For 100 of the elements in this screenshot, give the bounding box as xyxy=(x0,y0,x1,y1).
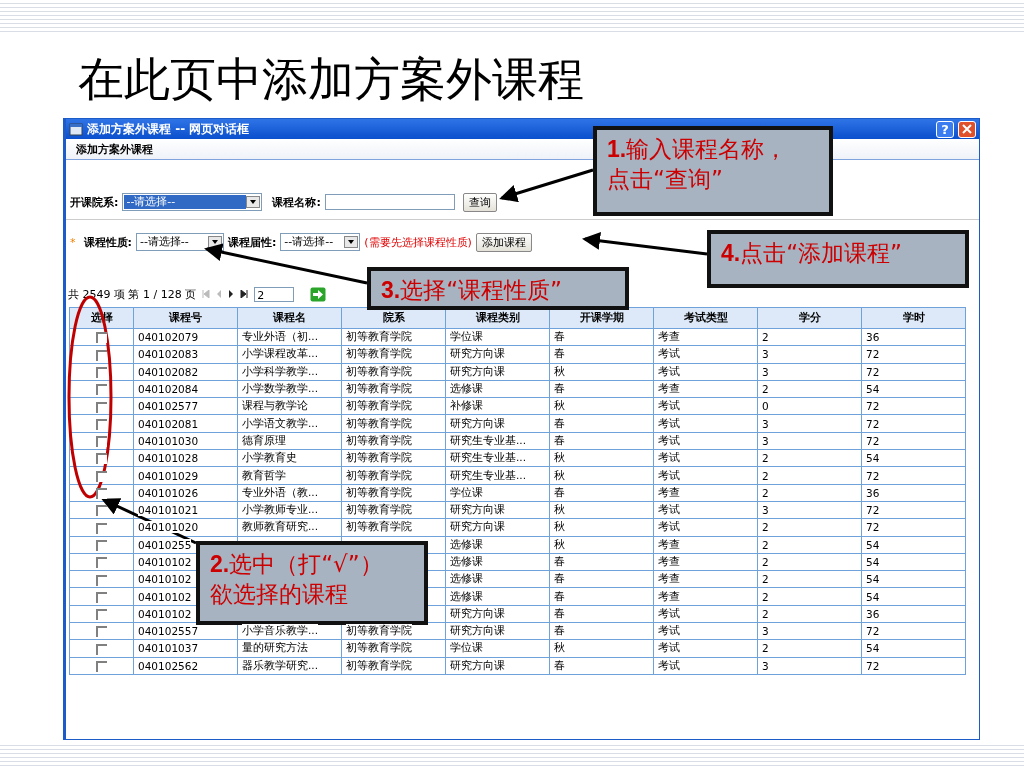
callout-note: 1.输入课程名称， 点击“查询” xyxy=(593,126,833,216)
table-cell: 2 xyxy=(762,642,769,655)
table-cell: 考试 xyxy=(658,364,680,377)
last-page-icon[interactable] xyxy=(240,290,249,298)
table-cell: 36 xyxy=(866,486,880,499)
table-cell: 72 xyxy=(866,400,880,413)
table-cell: 春 xyxy=(554,572,565,585)
checkbox[interactable] xyxy=(96,505,107,517)
table-cell: 72 xyxy=(866,365,880,378)
table-cell: 初等教育学院 xyxy=(346,658,412,671)
close-button[interactable] xyxy=(958,120,976,138)
help-button[interactable]: ? xyxy=(936,120,954,138)
table-cell: 考试 xyxy=(658,433,680,446)
table-cell: 春 xyxy=(554,555,565,567)
checkbox[interactable] xyxy=(96,436,107,448)
table-cell: 秋 xyxy=(554,451,565,464)
table-cell: 小学课程改革... xyxy=(242,347,318,360)
table-cell: 考查 xyxy=(658,485,680,498)
table-cell: 补修课 xyxy=(450,399,483,412)
checkbox[interactable] xyxy=(96,574,107,586)
input-field[interactable] xyxy=(324,194,455,210)
checkbox[interactable] xyxy=(96,453,107,465)
required-mark: * xyxy=(70,235,76,249)
table-cell: 研究方向课 xyxy=(450,606,505,619)
hint-text: (需要先选择课程性质) xyxy=(364,234,472,250)
table-cell: 54 xyxy=(866,642,880,655)
table-cell: 040102083 xyxy=(138,348,199,361)
go-arrow-icon[interactable] xyxy=(310,286,327,302)
table-cell: 学位课 xyxy=(450,641,483,654)
checkbox[interactable] xyxy=(96,522,107,534)
callout-note: 2.选中（打“√”） 欲选择的课程 xyxy=(196,541,428,625)
table-cell: 72 xyxy=(866,348,880,361)
table-cell: 秋 xyxy=(554,537,565,550)
checkbox[interactable] xyxy=(96,418,107,430)
table-cell: 72 xyxy=(866,434,880,447)
checkbox[interactable] xyxy=(96,367,107,378)
page-input[interactable]: 2 xyxy=(254,286,295,302)
table-cell: 72 xyxy=(866,504,880,517)
column-header: 课程类别 xyxy=(475,311,520,323)
table-cell: 研究方向课 xyxy=(450,658,505,671)
window-icon xyxy=(69,122,83,136)
table-cell: 初等教育学院 xyxy=(346,347,412,360)
query-button[interactable]: 查询 xyxy=(462,192,497,212)
table-cell: 秋 xyxy=(554,399,565,412)
checkbox[interactable] xyxy=(96,626,107,638)
table-cell: 考试 xyxy=(658,347,680,360)
table-cell: 初等教育学院 xyxy=(346,624,412,637)
checkbox[interactable] xyxy=(96,539,107,551)
column-header: 课程号 xyxy=(169,311,202,323)
table-cell: 2 xyxy=(762,538,769,551)
checkbox[interactable] xyxy=(96,591,107,603)
add-course-button[interactable]: 添加课程 xyxy=(475,232,532,252)
table-cell: 初等教育学院 xyxy=(346,468,412,481)
table-cell: 秋 xyxy=(554,641,565,654)
table-cell: 选修课 xyxy=(450,572,483,585)
table-cell: 54 xyxy=(866,573,880,586)
checkbox[interactable] xyxy=(96,332,107,344)
table-cell: 考试 xyxy=(658,658,680,671)
table-cell: 04010102 xyxy=(138,573,192,586)
table-cell: 春 xyxy=(554,624,565,637)
checkbox[interactable] xyxy=(96,384,107,396)
table-cell: 研究生专业基... xyxy=(450,433,526,446)
table-cell: 考查 xyxy=(658,555,680,567)
field-label: 开课院系: xyxy=(70,194,119,210)
callout-note: 3.选择“课程性质” xyxy=(367,267,629,310)
table-cell: 考试 xyxy=(658,399,680,412)
checkbox[interactable] xyxy=(96,643,107,655)
table-cell: 04010102 xyxy=(138,590,192,603)
table-cell: 2 xyxy=(762,521,769,534)
dropdown[interactable]: --请选择-- xyxy=(135,233,224,251)
table-cell: 专业外语（教... xyxy=(242,485,318,498)
checkbox[interactable] xyxy=(96,557,107,569)
checkbox[interactable] xyxy=(96,661,107,673)
table-cell: 3 xyxy=(762,504,769,517)
table-cell: 2 xyxy=(762,331,769,344)
table-cell: 春 xyxy=(554,433,565,446)
table-cell: 3 xyxy=(762,348,769,361)
next-page-icon[interactable] xyxy=(228,290,235,298)
table-cell: 040102081 xyxy=(138,417,199,430)
table-cell: 040102084 xyxy=(138,383,199,396)
checkbox[interactable] xyxy=(96,401,107,413)
column-header: 学时 xyxy=(902,311,925,323)
table-cell: 初等教育学院 xyxy=(346,330,412,343)
checkbox[interactable] xyxy=(96,488,107,500)
checkbox[interactable] xyxy=(96,470,107,482)
dropdown[interactable]: --请选择-- xyxy=(280,233,361,251)
checkbox[interactable] xyxy=(96,609,107,621)
table-cell: 04010102 xyxy=(138,607,192,620)
table-cell: 春 xyxy=(554,330,565,343)
table-cell: 040101021 xyxy=(138,504,199,517)
table-cell: 考试 xyxy=(658,451,680,464)
table-cell: 初等教育学院 xyxy=(346,382,412,395)
dialog-heading: 添加方案外课程 xyxy=(76,141,153,157)
table-cell: 3 xyxy=(762,625,769,638)
table-cell: 春 xyxy=(554,347,565,360)
checkbox[interactable] xyxy=(96,349,107,361)
dropdown[interactable]: --请选择-- xyxy=(122,193,263,211)
table-cell: 选修课 xyxy=(450,555,483,567)
column-header: 学分 xyxy=(798,311,821,323)
table-cell: 考试 xyxy=(658,503,680,516)
